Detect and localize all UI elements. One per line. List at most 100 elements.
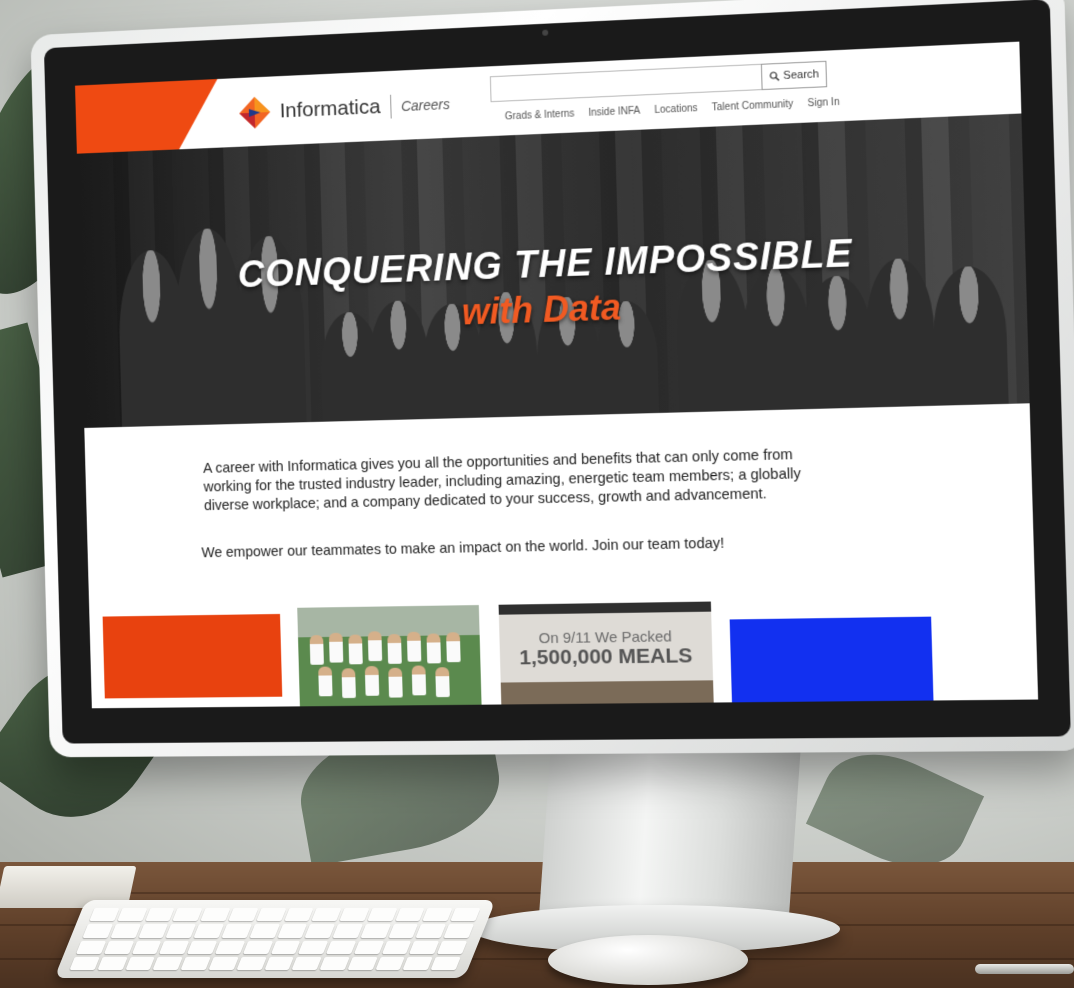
monitor: Informatica Careers Search Grads & Inter… [30, 0, 1074, 758]
keyboard-key [165, 924, 197, 938]
keyboard-key [263, 956, 295, 970]
team-member-figure [446, 632, 461, 663]
search-bar: Search [489, 60, 828, 103]
brand-divider [389, 94, 392, 119]
keyboard-key [69, 956, 100, 970]
keyboard-key [236, 956, 267, 970]
keyboard-key [319, 956, 350, 970]
hero-banner: CONQUERING THE IMPOSSIBLE with Data [76, 113, 1030, 428]
keyboard-key [187, 940, 218, 954]
keyboard-key [131, 940, 162, 954]
keyboard-key [97, 956, 128, 970]
team-member-figure [387, 633, 402, 664]
keyboard-key [381, 940, 412, 954]
team-member-figure [341, 668, 356, 699]
keyboard-key [172, 908, 203, 922]
keyboard-key [214, 940, 246, 954]
nav-item-sign-in[interactable]: Sign In [807, 97, 839, 110]
keyboard-key [375, 956, 406, 970]
keyboard-key [76, 940, 107, 954]
team-member-figure [426, 633, 442, 664]
search-input[interactable] [489, 63, 762, 103]
team-member-figure [367, 631, 383, 662]
brand-logo[interactable]: Informatica Careers [237, 86, 450, 131]
keyboard-key [326, 940, 357, 954]
keyboard-key [193, 924, 224, 938]
keyboard-key [430, 956, 461, 970]
nav-item-locations[interactable]: Locations [654, 103, 698, 116]
keyboard-key [298, 940, 329, 954]
keyboard-key [82, 924, 113, 938]
keyboard-key [200, 908, 231, 922]
team-member-figure [348, 634, 363, 665]
monitor-stand-neck [538, 740, 802, 920]
monitor-bezel: Informatica Careers Search Grads & Inter… [43, 0, 1071, 744]
keyboard [54, 900, 496, 978]
team-member-figure [318, 666, 333, 697]
keyboard-key [367, 908, 398, 922]
keyboard-key [159, 940, 190, 954]
brand-section: Careers [400, 96, 451, 115]
search-button-label: Search [783, 68, 820, 83]
team-member-figure [364, 666, 380, 696]
team-member-figure [411, 665, 427, 696]
team-member-figure [435, 667, 450, 698]
keyboard-key [402, 956, 434, 970]
nav-item-inside-infa[interactable]: Inside INFA [588, 106, 640, 119]
feature-tile-orange[interactable] [102, 613, 283, 699]
keyboard-key [416, 924, 447, 938]
feature-tile-blue[interactable] [729, 616, 934, 709]
intro-paragraph: A career with Informatica gives you all … [202, 447, 801, 515]
keyboard-key [249, 924, 280, 938]
keyboard-key [277, 924, 308, 938]
brand-name: Informatica [279, 95, 381, 123]
keyboard-key [409, 940, 440, 954]
header-accent-shape [75, 79, 219, 154]
browser-viewport: Informatica Careers Search Grads & Inter… [75, 41, 1039, 709]
keyboard-key [89, 908, 120, 922]
team-member-figure [309, 635, 324, 665]
search-button[interactable]: Search [760, 60, 828, 91]
keyboard-key [255, 908, 287, 922]
keyboard-key [311, 908, 342, 922]
keyboard-key [116, 908, 148, 922]
search-icon [769, 71, 779, 82]
keyboard-key [228, 908, 259, 922]
nav-item-talent-community[interactable]: Talent Community [712, 99, 794, 114]
top-navigation: Grads & Interns Inside INFA Locations Ta… [505, 97, 840, 123]
keyboard-key [304, 924, 336, 938]
mouse [548, 935, 748, 985]
team-member-figure [406, 631, 422, 662]
keyboard-key [347, 956, 378, 970]
feature-tiles: On 9/11 We Packed 1,500,000 MEALS [102, 597, 1023, 709]
keyboard-key [353, 940, 385, 954]
tagline: We empower our teammates to make an impa… [201, 535, 725, 562]
team-member-figure [328, 632, 344, 663]
keyboard-key [450, 908, 481, 922]
keyboard-key [394, 908, 425, 922]
keyboard-key [208, 956, 239, 970]
feature-tile-meals[interactable]: On 9/11 We Packed 1,500,000 MEALS [498, 601, 714, 705]
keyboard-key [443, 924, 474, 938]
keyboard-key [144, 908, 175, 922]
keyboard-key [152, 956, 183, 970]
keyboard-key [138, 924, 169, 938]
feature-tile-team-photo[interactable] [297, 605, 482, 707]
keyboard-key [360, 924, 391, 938]
keyboard-key [283, 908, 314, 922]
keyboard-key [103, 940, 134, 954]
pen [975, 964, 1074, 974]
nav-item-grads-interns[interactable]: Grads & Interns [505, 108, 575, 122]
meals-banner-line2: 1,500,000 MEALS [519, 644, 693, 670]
keyboard-key [242, 940, 273, 954]
team-member-figure [388, 667, 403, 698]
camera-icon [542, 29, 549, 36]
keyboard-key [270, 940, 301, 954]
keyboard-key [291, 956, 322, 970]
keyboard-key [437, 940, 468, 954]
informatica-diamond-logo-icon [238, 96, 271, 130]
keyboard-key [332, 924, 363, 938]
keyboard-key [422, 908, 453, 922]
keyboard-key [125, 956, 156, 970]
keyboard-key [110, 924, 141, 938]
